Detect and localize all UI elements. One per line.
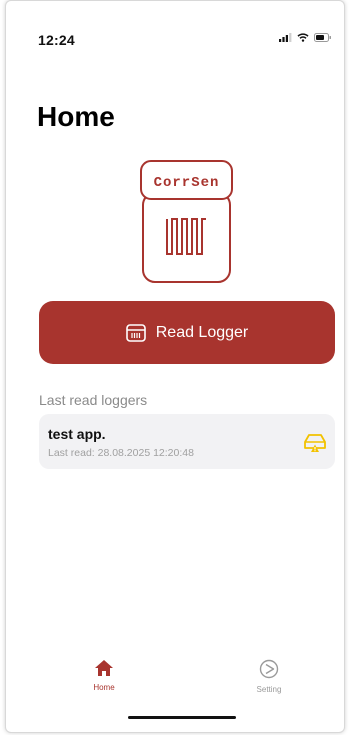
- logger-list-item[interactable]: test app. Last read: 28.08.2025 12:20:48: [39, 414, 335, 469]
- tab-bar: Home Setting: [6, 651, 344, 721]
- home-indicator: [128, 716, 236, 719]
- logo-text: CorrSen: [154, 175, 220, 191]
- settings-icon: [259, 659, 279, 679]
- status-bar: 12:24: [6, 1, 344, 61]
- status-icons: [279, 33, 332, 42]
- phone-screen: 12:24 Home CorrSen Read Logger Last read…: [5, 0, 345, 733]
- corrsen-logo: CorrSen: [134, 159, 239, 285]
- logger-last-read: Last read: 28.08.2025 12:20:48: [48, 447, 194, 459]
- logger-icon: [125, 323, 146, 342]
- read-logger-label: Read Logger: [155, 323, 249, 341]
- wifi-icon: [297, 33, 309, 42]
- tab-setting-label: Setting: [256, 685, 282, 694]
- tab-home[interactable]: Home: [74, 659, 134, 692]
- tab-home-label: Home: [93, 683, 115, 692]
- last-read-heading: Last read loggers: [39, 392, 148, 408]
- home-icon: [95, 660, 113, 676]
- logger-name: test app.: [48, 426, 106, 442]
- battery-icon: [314, 33, 331, 42]
- status-time: 12:24: [38, 32, 75, 48]
- tab-setting[interactable]: Setting: [239, 659, 299, 694]
- page-title: Home: [37, 101, 115, 132]
- read-logger-button[interactable]: Read Logger: [39, 301, 335, 364]
- warning-icon: [304, 434, 326, 452]
- cellular-signal-icon: [279, 33, 292, 42]
